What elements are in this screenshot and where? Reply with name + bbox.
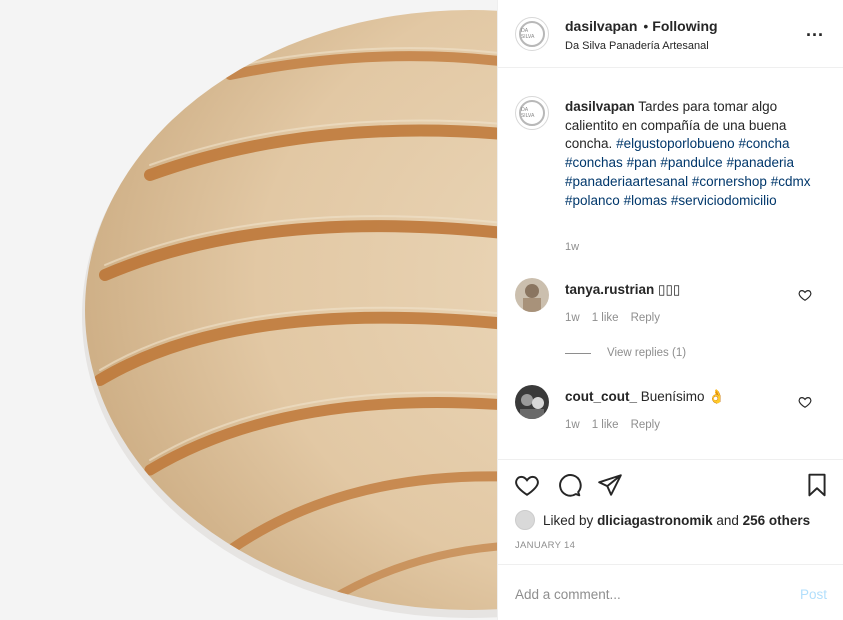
avatar-photo	[515, 278, 549, 312]
comment-meta: 1w 1 like Reply	[565, 419, 672, 431]
hashtag[interactable]: #pan	[627, 155, 657, 170]
caption-timestamp[interactable]: 1w	[565, 241, 579, 253]
liked-by-user[interactable]: dliciagastronomik	[597, 513, 713, 528]
post-actions: Liked by dliciagastronomik and 256 other…	[498, 459, 843, 619]
comment-meta: 1w 1 like Reply	[565, 312, 672, 324]
hashtag[interactable]: #pandulce	[660, 155, 722, 170]
comment-input[interactable]: Add a comment...	[515, 587, 621, 602]
more-icon[interactable]: ...	[806, 21, 824, 39]
likes-summary: Liked by dliciagastronomik and 256 other…	[515, 510, 810, 530]
liked-by-and: and	[716, 512, 739, 528]
post-photo[interactable]	[0, 0, 497, 620]
reply-button[interactable]: Reply	[631, 419, 660, 431]
comment-text: tanya.rustrian ▯▯▯	[565, 282, 680, 298]
hashtag[interactable]: #elgustoporlobueno	[616, 136, 735, 151]
comment-username[interactable]: cout_cout_	[565, 389, 637, 404]
comment-username[interactable]: tanya.rustrian	[565, 282, 654, 297]
comment-likes[interactable]: 1 like	[592, 419, 619, 431]
hashtag[interactable]: #serviciodomicilio	[671, 193, 777, 208]
avatar[interactable]	[515, 510, 535, 530]
instagram-post: DA SILVA dasilvapan • Following Da Silva P…	[0, 0, 843, 620]
caption-text: dasilvapan Tardes para tomar algo calien…	[565, 98, 820, 210]
hashtag[interactable]: #lomas	[624, 193, 668, 208]
following-button[interactable]: Following	[652, 18, 717, 34]
avatar-logo-text: DA SILVA	[521, 28, 535, 40]
reply-button[interactable]: Reply	[631, 312, 660, 324]
avatar-logo: DA SILVA	[519, 21, 545, 47]
comment-body: ▯▯▯	[658, 282, 681, 297]
bookmark-icon[interactable]	[804, 472, 830, 498]
avatar[interactable]	[515, 385, 549, 419]
comment-body: Buenísimo 👌	[640, 389, 726, 404]
header-line: dasilvapan • Following	[565, 18, 718, 34]
heart-icon[interactable]	[798, 288, 812, 302]
replies-divider	[565, 352, 591, 354]
hashtag[interactable]: #conchas	[565, 155, 623, 170]
hashtag[interactable]: #panaderia	[726, 155, 794, 170]
view-replies-button[interactable]: View replies (1)	[565, 347, 686, 359]
concha-bread-image	[0, 0, 497, 620]
avatar[interactable]: DA SILVA	[515, 17, 549, 51]
header-username[interactable]: dasilvapan	[565, 18, 637, 34]
comment-time[interactable]: 1w	[565, 419, 580, 431]
add-comment-bar: Add a comment... Post	[498, 564, 843, 620]
caption-username[interactable]: dasilvapan	[565, 99, 635, 114]
location-link[interactable]: Da Silva Panadería Artesanal	[565, 40, 709, 52]
heart-icon[interactable]	[798, 395, 812, 409]
comment-likes[interactable]: 1 like	[592, 312, 619, 324]
avatar-logo-text: DA SILVA	[521, 107, 535, 119]
others-count[interactable]: 256 others	[743, 513, 811, 528]
hashtag[interactable]: #panaderiaartesanal	[565, 174, 688, 189]
post-date[interactable]: JANUARY 14	[515, 540, 575, 551]
avatar[interactable]: DA SILVA	[515, 96, 549, 130]
view-replies-label: View replies (1)	[607, 347, 687, 359]
avatar[interactable]	[515, 278, 549, 312]
comment-icon[interactable]	[556, 472, 582, 498]
header-separator: •	[643, 18, 649, 34]
hashtag[interactable]: #cdmx	[771, 174, 811, 189]
liked-by-prefix: Liked by	[543, 512, 594, 528]
hashtag[interactable]: #cornershop	[692, 174, 767, 189]
hashtag[interactable]: #polanco	[565, 193, 620, 208]
comment-text: cout_cout_ Buenísimo 👌	[565, 389, 725, 405]
heart-icon[interactable]	[514, 472, 540, 498]
post-button[interactable]: Post	[800, 587, 827, 602]
post-header: DA SILVA dasilvapan • Following Da Silva P…	[498, 0, 843, 68]
post-sidebar: DA SILVA dasilvapan • Following Da Silva P…	[497, 0, 843, 620]
comment-time[interactable]: 1w	[565, 312, 580, 324]
hashtag[interactable]: #concha	[738, 136, 789, 151]
share-icon[interactable]	[597, 472, 623, 498]
avatar-photo	[515, 385, 549, 419]
avatar-logo: DA SILVA	[519, 100, 545, 126]
